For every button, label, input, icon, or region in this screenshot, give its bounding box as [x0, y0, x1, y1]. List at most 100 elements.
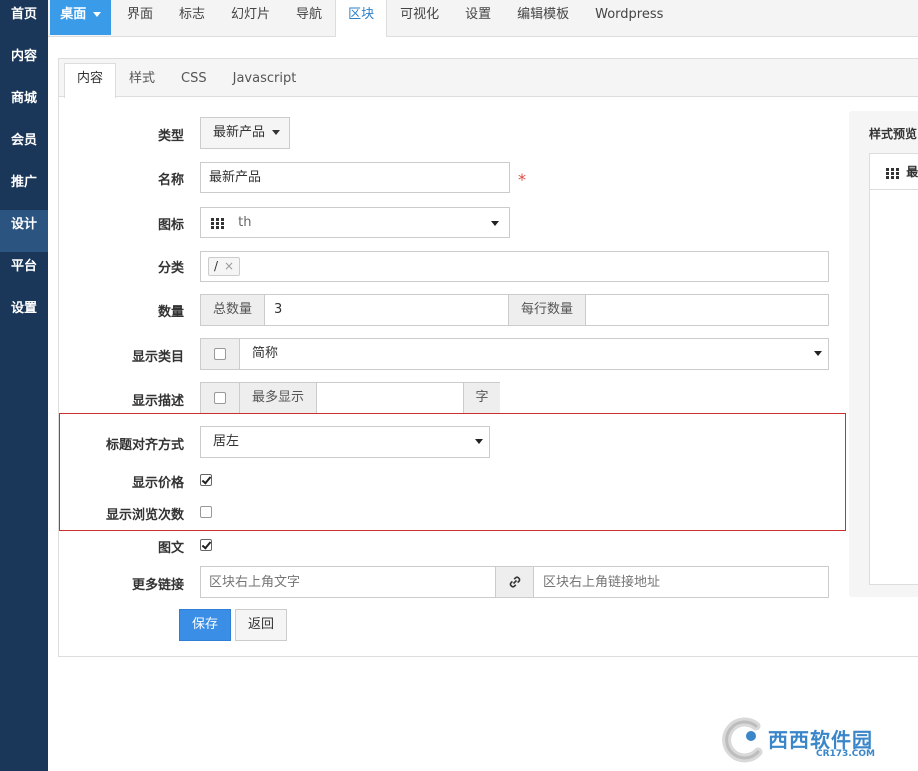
preview-box: 最新产品 [869, 153, 918, 585]
show-views-checkbox[interactable] [200, 506, 212, 518]
tab-slideshow[interactable]: 幻灯片 [218, 0, 283, 37]
show-category-checkbox[interactable] [214, 348, 226, 360]
top-nav: 桌面 界面 标志 幻灯片 导航 区块 可视化 设置 编辑模板 Wordpress [48, 0, 918, 37]
sidebar-item-label: 商城 [10, 91, 37, 106]
max-show-addon: 最多显示 [239, 383, 317, 413]
category-tag-text: / [214, 259, 219, 273]
sidebar-item-label: 首页 [10, 7, 37, 22]
subtab-label: Javascript [232, 71, 297, 86]
caret-down-icon [491, 221, 499, 226]
desktop-label: 桌面 [60, 7, 87, 22]
tab-logo[interactable]: 标志 [166, 0, 218, 37]
subtab-javascript[interactable]: Javascript [220, 63, 310, 97]
count-label: 数量 [157, 305, 184, 320]
subtab-label: 内容 [77, 71, 104, 86]
nav-tabs: 界面 标志 幻灯片 导航 区块 可视化 设置 编辑模板 Wordpress [114, 0, 676, 37]
sidebar-item-platform[interactable]: 平台 [0, 252, 48, 294]
more-link-text-input[interactable] [201, 567, 495, 597]
subtab-content[interactable]: 内容 [64, 63, 117, 98]
sidebar-item-shop[interactable]: 商城 [0, 84, 48, 126]
tab-edit-template[interactable]: 编辑模板 [504, 0, 582, 37]
more-link-label: 更多链接 [131, 578, 184, 593]
tab-label: 导航 [296, 7, 323, 22]
sidebar-item-label: 会员 [10, 133, 37, 148]
sidebar-item-label: 内容 [10, 49, 37, 64]
count-group: 总数量 3 每行数量 [200, 294, 829, 326]
image-text-checkbox[interactable] [200, 539, 212, 551]
link-icon [495, 567, 534, 597]
icon-value: th [238, 215, 252, 230]
tab-label: 界面 [127, 7, 154, 22]
chars-suffix-addon: 字 [463, 383, 500, 413]
name-label: 名称 [157, 173, 184, 188]
type-label: 类型 [157, 129, 184, 144]
show-price-checkbox[interactable] [200, 474, 212, 486]
preview-title: 样式预览 [869, 127, 918, 141]
back-button[interactable]: 返回 [235, 609, 287, 641]
type-value: 最新产品 [213, 125, 266, 140]
subtabs-bar: 内容 样式 CSS Javascript [59, 59, 918, 98]
title-align-value: 居左 [213, 434, 240, 449]
title-align-label: 标题对齐方式 [105, 438, 184, 453]
per-row-input[interactable] [587, 295, 829, 325]
icon-label: 图标 [157, 218, 184, 233]
category-tag-input[interactable]: / × [200, 251, 829, 282]
style-preview-panel: 样式预览 最新产品 [849, 111, 918, 597]
tag-remove-icon[interactable]: × [224, 259, 234, 273]
sidebar-item-home[interactable]: 首页 [0, 0, 48, 42]
sidebar-item-content[interactable]: 内容 [0, 42, 48, 84]
watermark-subtext: CR173.COM [816, 749, 875, 759]
name-input[interactable]: 最新产品 [200, 162, 510, 193]
sidebar-item-design[interactable]: 设计 [0, 210, 48, 252]
tab-navigation[interactable]: 导航 [283, 0, 335, 37]
category-tag: / × [208, 257, 241, 276]
required-mark: * [518, 170, 526, 189]
total-count-addon: 总数量 [201, 295, 265, 325]
caret-down-icon [92, 12, 101, 17]
th-grid-icon [211, 217, 224, 229]
subtab-css[interactable]: CSS [168, 63, 220, 97]
sidebar-item-label: 设置 [10, 301, 37, 316]
tab-settings[interactable]: 设置 [452, 0, 504, 37]
tab-label: 标志 [179, 7, 206, 22]
total-count-input[interactable]: 3 [274, 295, 282, 325]
show-desc-group: 最多显示 字 [200, 382, 500, 414]
show-category-select[interactable]: 简称 [239, 338, 829, 370]
show-desc-checkbox[interactable] [214, 392, 226, 404]
sidebar-item-settings[interactable]: 设置 [0, 294, 48, 336]
sidebar-item-members[interactable]: 会员 [0, 126, 48, 168]
preview-head-text: 最新产品 [906, 165, 918, 179]
tab-wordpress[interactable]: Wordpress [582, 0, 676, 37]
category-label: 分类 [157, 261, 184, 276]
save-button[interactable]: 保存 [179, 609, 231, 641]
image-text-label: 图文 [157, 541, 184, 556]
max-chars-input[interactable] [317, 383, 463, 413]
sidebar-item-label: 平台 [10, 259, 37, 274]
subtab-label: CSS [181, 71, 207, 86]
show-category-checkbox-addon [200, 338, 240, 370]
tab-label: 幻灯片 [231, 7, 271, 22]
icon-select[interactable]: th [200, 207, 510, 238]
type-dropdown[interactable]: 最新产品 [200, 117, 290, 149]
preview-head: 最新产品 [870, 154, 918, 190]
desktop-dropdown-button[interactable]: 桌面 [50, 0, 111, 35]
subtab-style[interactable]: 样式 [116, 63, 168, 97]
name-value: 最新产品 [209, 170, 262, 185]
tab-visual[interactable]: 可视化 [387, 0, 452, 37]
tab-interface[interactable]: 界面 [114, 0, 166, 37]
tab-label: 设置 [465, 7, 492, 22]
sidebar-item-promotion[interactable]: 推广 [0, 168, 48, 210]
caret-down-icon [272, 130, 281, 135]
caret-down-icon [814, 351, 822, 356]
sidebar-item-label: 设计 [10, 217, 37, 232]
more-link-url-input[interactable] [535, 567, 828, 597]
caret-down-icon [475, 439, 483, 444]
tab-label: Wordpress [595, 7, 664, 22]
tab-blocks[interactable]: 区块 [335, 0, 388, 37]
subtab-label: 样式 [129, 71, 156, 86]
show-price-label: 显示价格 [131, 476, 184, 491]
show-category-label: 显示类目 [131, 350, 184, 365]
sidebar-item-label: 推广 [10, 175, 37, 190]
subtabs: 内容 样式 CSS Javascript [64, 63, 310, 98]
title-align-select[interactable]: 居左 [200, 426, 490, 458]
